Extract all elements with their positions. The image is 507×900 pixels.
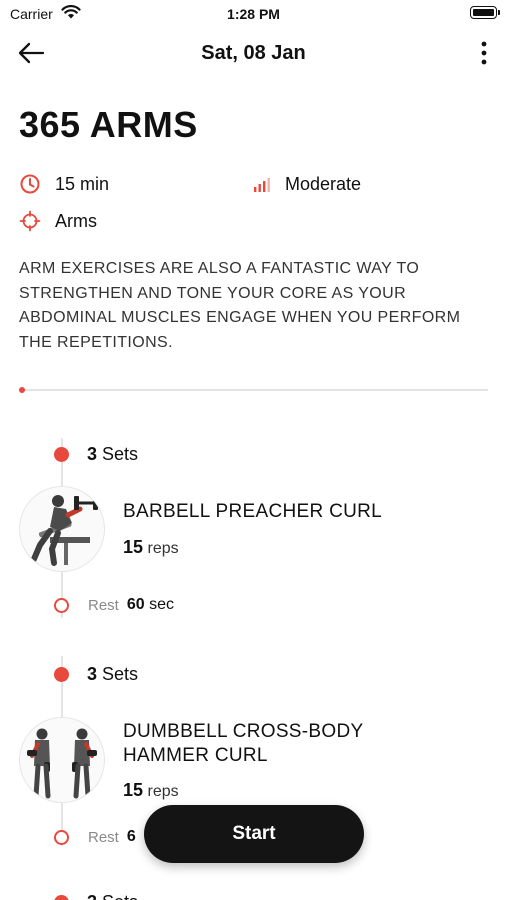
signal-bars-icon (251, 173, 273, 195)
duration-row: 15 min (19, 173, 109, 195)
sets-row: 3 Sets (54, 892, 138, 900)
exercise-name: BARBELL PREACHER CURL (123, 501, 383, 522)
rest-ring (54, 829, 69, 845)
barbell-preacher-curl-illustration (31, 495, 98, 566)
exercise-name: DUMBBELL CROSS-BODY HAMMER CURL (123, 721, 364, 766)
workout-title: 365 ARMS (19, 104, 198, 145)
status-bar: Carrier 1:28 PM (0, 0, 507, 30)
more-options-icon[interactable] (479, 40, 489, 66)
clock-time: 1:28 PM (227, 6, 280, 22)
target-value: Arms (55, 210, 97, 231)
sets-label: 3 Sets (87, 892, 138, 900)
rest-label: Rest (88, 596, 119, 614)
exercise-reps: 15 reps (123, 537, 179, 557)
crosshair-icon (19, 210, 41, 232)
rest-row: Rest 6 (54, 828, 136, 846)
sets-dot (54, 667, 69, 682)
sets-label: 3 Sets (87, 664, 139, 684)
dumbbell-hammer-curl-illustration (27, 728, 97, 799)
difficulty-value: Moderate (285, 173, 362, 194)
workout-description: ARM EXERCISES ARE ALSO A FANTASTIC WAY T… (19, 260, 461, 351)
rest-row: Rest 60 sec (54, 596, 174, 614)
sets-label: 3 Sets (87, 444, 139, 464)
page-title: Sat, 08 Jan (201, 42, 306, 64)
exercise-reps: 15 reps (123, 780, 179, 800)
sets-row: 3 Sets (54, 444, 138, 465)
difficulty-row: Moderate (251, 173, 361, 195)
sets-dot (54, 895, 69, 900)
duration-value: 15 min (55, 173, 110, 194)
rest-ring (54, 597, 69, 613)
rest-label: Rest (88, 828, 119, 846)
exercise-thumbnail[interactable] (19, 717, 105, 803)
battery-icon (470, 6, 500, 19)
rest-value: 6 (126, 828, 136, 845)
target-row: Arms (19, 210, 97, 232)
clock-icon (19, 173, 41, 195)
workout-progress-bar (19, 387, 488, 393)
rest-value: 60 sec (126, 596, 174, 613)
sets-dot (54, 447, 69, 462)
nav-bar: Sat, 08 Jan (0, 30, 507, 76)
exercise-thumbnail[interactable] (19, 486, 105, 572)
progress-indicator-dot (19, 387, 25, 393)
sets-row: 3 Sets (54, 664, 138, 685)
start-button[interactable]: Start (144, 805, 364, 863)
